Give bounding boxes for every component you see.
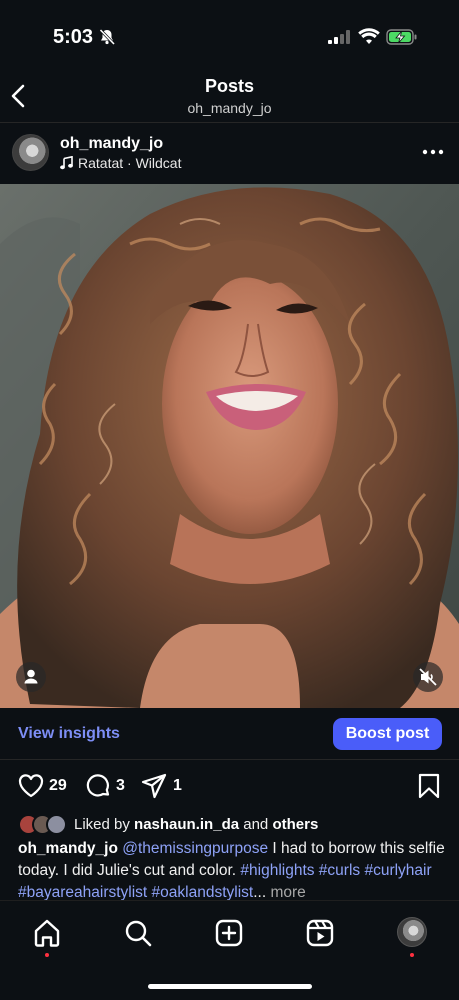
status-bar: 5:03 xyxy=(0,0,459,70)
caption-username[interactable]: oh_mandy_jo xyxy=(18,840,118,857)
home-icon[interactable] xyxy=(31,917,63,949)
reels-icon[interactable] xyxy=(304,917,336,949)
liked-by-text[interactable]: Liked by nashaun.in_da and others xyxy=(74,816,318,833)
home-indicator xyxy=(148,984,312,989)
portrait-photo xyxy=(0,184,459,708)
home-notification-dot xyxy=(45,953,49,957)
header-divider xyxy=(0,122,459,123)
share-count[interactable]: 1 xyxy=(173,777,182,795)
posts-header: Posts oh_mandy_jo xyxy=(0,70,459,122)
page-title: Posts xyxy=(204,76,255,96)
post-author-avatar[interactable] xyxy=(12,134,49,171)
profile-avatar[interactable] xyxy=(397,917,427,947)
comment-count[interactable]: 3 xyxy=(116,777,125,795)
post-caption: oh_mandy_jo @themissingpurpose I had to … xyxy=(18,838,448,904)
tagged-users-button[interactable] xyxy=(16,662,46,692)
view-insights-link[interactable]: View insights xyxy=(18,725,120,743)
search-icon[interactable] xyxy=(122,917,154,949)
post-actions: 29 3 1 xyxy=(0,770,459,804)
liked-by-row[interactable]: Liked by nashaun.in_da and others xyxy=(18,814,448,838)
wifi-icon xyxy=(358,28,380,44)
liker-avatar xyxy=(46,814,67,835)
page-subtitle: oh_mandy_jo xyxy=(187,100,272,116)
status-time: 5:03 xyxy=(53,26,94,48)
comment-icon[interactable] xyxy=(84,772,112,800)
more-options-icon[interactable] xyxy=(420,140,446,164)
music-note-icon xyxy=(60,156,73,170)
liker-username[interactable]: nashaun.in_da xyxy=(134,816,239,833)
cellular-signal-icon xyxy=(328,30,350,44)
bookmark-icon[interactable] xyxy=(415,772,443,800)
profile-notification-dot xyxy=(410,953,414,957)
post-header: oh_mandy_jo Ratatat · Wildcat xyxy=(0,124,459,184)
battery-charging-icon xyxy=(386,29,417,45)
mute-toggle-button[interactable] xyxy=(413,662,443,692)
share-icon[interactable] xyxy=(140,772,168,800)
caption-more-link[interactable]: more xyxy=(270,884,305,901)
bell-slash-icon xyxy=(99,28,116,46)
insights-divider xyxy=(0,759,459,760)
liked-by-and: and xyxy=(239,816,273,833)
liked-by-prefix: Liked by xyxy=(74,816,135,833)
boost-post-button[interactable]: Boost post xyxy=(333,718,442,750)
post-photo[interactable] xyxy=(0,184,459,708)
speaker-muted-icon xyxy=(419,668,437,686)
post-username[interactable]: oh_mandy_jo xyxy=(60,135,163,153)
heart-icon[interactable] xyxy=(17,772,45,800)
person-icon xyxy=(24,669,38,684)
caption-mention[interactable]: @themissingpurpose xyxy=(122,840,268,857)
like-count[interactable]: 29 xyxy=(49,777,67,795)
caption-ellipsis: ... xyxy=(253,884,267,901)
liked-by-others[interactable]: others xyxy=(272,816,318,833)
create-post-icon[interactable] xyxy=(213,917,245,949)
post-audio-label[interactable]: Ratatat · Wildcat xyxy=(78,155,181,171)
insights-bar: View insights Boost post xyxy=(0,708,459,760)
